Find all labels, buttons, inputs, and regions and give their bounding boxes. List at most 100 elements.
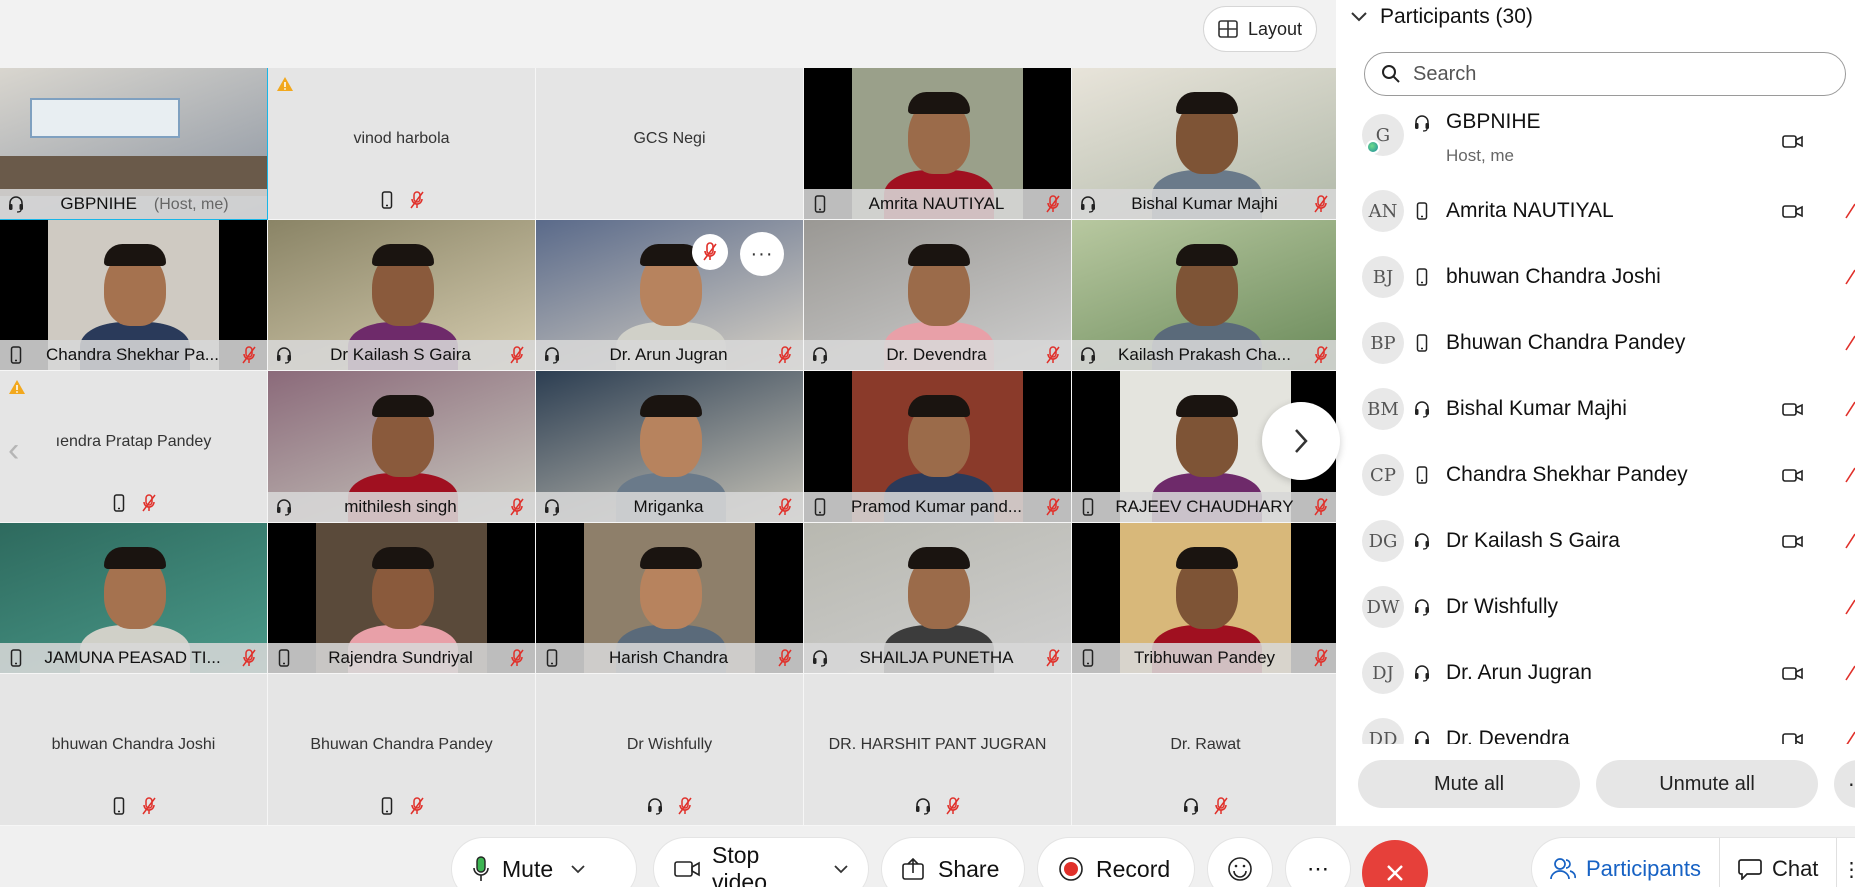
tile-name-text: Harish Chandra	[608, 648, 729, 668]
video-tile[interactable]: Dr. Devendra	[804, 219, 1072, 372]
video-tile[interactable]: GCS Negi	[536, 68, 804, 220]
phone-icon	[8, 649, 24, 668]
avatar: DJ	[1362, 652, 1404, 694]
tab-participants[interactable]: Participants	[1532, 838, 1720, 887]
video-tile[interactable]: Amrita NAUTIYAL	[804, 68, 1072, 220]
tile-participant-name: Dr. Arun Jugran	[568, 345, 769, 365]
record-button[interactable]: Record	[1038, 838, 1194, 887]
tile-participant-name: GCS Negi	[633, 130, 706, 147]
prev-page-arrow[interactable]: ‹	[8, 430, 32, 470]
video-tile[interactable]: Dr Kailash S Gaira	[268, 219, 536, 372]
video-tile[interactable]: SHAILJA PUNETHA	[804, 522, 1072, 675]
participant-name: Dr Wishfully	[1446, 595, 1559, 618]
more-options-button[interactable]: ⋯	[1286, 838, 1350, 887]
video-tile[interactable]: mithilesh singh	[268, 371, 536, 523]
participant-row[interactable]: G GBPNIHE Host, me	[1336, 104, 1855, 178]
tab-chat[interactable]: Chat	[1720, 838, 1838, 887]
video-tile[interactable]: Bishal Kumar Majhi	[1072, 68, 1340, 220]
layout-button[interactable]: Layout	[1203, 6, 1317, 52]
tile-participant-name: SHAILJA PUNETHA	[836, 648, 1037, 668]
tile-more-button[interactable]: ···	[740, 232, 784, 276]
unmute-all-button[interactable]: Unmute all	[1596, 760, 1818, 808]
participant-row[interactable]: BJ bhuwan Chandra Joshi	[1336, 244, 1855, 310]
panel-actions: Mute all Unmute all ⋯	[1336, 760, 1855, 808]
participants-header[interactable]: Participants (30)	[1350, 0, 1533, 34]
video-tile[interactable]: JAMUNA PEASAD TI...	[0, 522, 268, 675]
chevron-down-icon[interactable]	[834, 864, 848, 874]
video-tile[interactable]: Tribhuwan Pandey	[1072, 522, 1340, 675]
avatar: CP	[1362, 454, 1404, 496]
tile-participant-name: mithilesh singh	[300, 497, 501, 517]
share-icon	[902, 858, 924, 880]
tile-status-icons	[536, 797, 803, 815]
participant-name: Amrita NAUTIYAL	[1446, 199, 1614, 222]
tile-muted-indicator[interactable]	[692, 234, 728, 270]
participant-row[interactable]: AN Amrita NAUTIYAL	[1336, 178, 1855, 244]
participant-row[interactable]: DG Dr Kailash S Gaira	[1336, 508, 1855, 574]
next-page-button[interactable]	[1262, 402, 1340, 480]
tile-name-bar: Tribhuwan Pandey	[1072, 643, 1339, 674]
video-tile[interactable]: Bhuwan Chandra Pandey	[268, 674, 536, 826]
video-tile[interactable]: Dr Wishfully	[536, 674, 804, 826]
mute-button[interactable]: Mute	[452, 838, 636, 887]
share-label: Share	[938, 855, 1000, 882]
video-tile[interactable]: vinod harbola	[268, 68, 536, 220]
video-tile[interactable]: Kailash Prakash Cha...	[1072, 219, 1340, 372]
headset-icon	[1414, 664, 1430, 682]
participant-row[interactable]: DJ Dr. Arun Jugran	[1336, 640, 1855, 706]
tile-participant-name: Chandra Shekhar Pa...	[32, 345, 233, 365]
tile-name-text: Mriganka	[633, 496, 704, 516]
tile-participant-name: Dr Wishfully	[626, 736, 713, 754]
phone-icon	[1414, 202, 1430, 220]
tile-name-text: Kailash Prakash Cha...	[1118, 345, 1291, 365]
tabs-more-button[interactable]: ⋮	[1837, 838, 1855, 887]
tile-status-icons	[268, 190, 535, 209]
tile-participant-name: vinod harbola	[353, 130, 450, 147]
tile-participant-name: Bishal Kumar Majhi	[1104, 194, 1305, 214]
participant-row[interactable]: CP Chandra Shekhar Pandey	[1336, 442, 1855, 508]
video-tile[interactable]: Mriganka	[536, 371, 804, 523]
search-input[interactable]	[1413, 62, 1833, 86]
share-button[interactable]: Share	[882, 838, 1024, 887]
participants-search[interactable]	[1364, 52, 1846, 96]
chevron-down-icon[interactable]	[571, 864, 585, 874]
participant-name: GBPNIHE	[1446, 110, 1541, 133]
video-camera-icon	[1782, 132, 1804, 150]
mic-off-icon	[1313, 498, 1329, 516]
tile-status-icons	[1072, 797, 1339, 815]
phone-icon	[1414, 268, 1430, 286]
headset-icon	[8, 195, 24, 213]
participant-row[interactable]: DD Dr. Devendra	[1336, 706, 1855, 744]
video-camera-icon	[1782, 466, 1804, 484]
tile-name-bar: Dr. Devendra	[804, 340, 1071, 371]
headset-icon	[1414, 114, 1430, 132]
participant-name: Dr. Devendra	[1446, 727, 1570, 744]
video-tile[interactable]: ıendra Pratap Pandey	[0, 371, 268, 523]
panel-more-button[interactable]: ⋯	[1834, 760, 1855, 808]
layout-button-label: Layout	[1247, 18, 1303, 39]
participant-list: G GBPNIHE Host, me AN Amrita NAUTIYAL BJ bhuwa…	[1336, 104, 1855, 744]
video-tile[interactable]: Chandra Shekhar Pa...	[0, 219, 268, 372]
tile-name-text: Pramod Kumar pand...	[850, 496, 1023, 516]
video-tile[interactable]: bhuwan Chandra Joshi	[0, 674, 268, 826]
participant-row[interactable]: DW Dr Wishfully	[1336, 574, 1855, 640]
reactions-button[interactable]	[1208, 838, 1272, 887]
video-tile[interactable]: Rajendra Sundriyal	[268, 522, 536, 675]
mute-all-button[interactable]: Mute all	[1358, 760, 1580, 808]
end-call-button[interactable]	[1362, 840, 1428, 887]
video-tile[interactable]: Pramod Kumar pand...	[804, 371, 1072, 523]
participant-row[interactable]: BM Bishal Kumar Majhi	[1336, 376, 1855, 442]
tile-name-bar: GBPNIHE (Host, me)	[0, 188, 267, 219]
headset-icon	[1183, 797, 1199, 815]
participant-row[interactable]: BP Bhuwan Chandra Pandey	[1336, 310, 1855, 376]
mic-off-icon	[777, 346, 793, 364]
video-tile[interactable]: GBPNIHE (Host, me)	[0, 68, 268, 220]
video-tile[interactable]: Dr. Rawat	[1072, 674, 1340, 826]
video-tile[interactable]: DR. HARSHIT PANT JUGRAN	[804, 674, 1072, 826]
mic-off-icon	[1844, 333, 1855, 353]
video-tile[interactable]: Harish Chandra	[536, 522, 804, 675]
stop-video-button[interactable]: Stop video	[654, 838, 868, 887]
mic-off-icon	[141, 797, 157, 815]
phone-icon	[812, 194, 828, 213]
video-camera-icon	[1782, 400, 1804, 418]
